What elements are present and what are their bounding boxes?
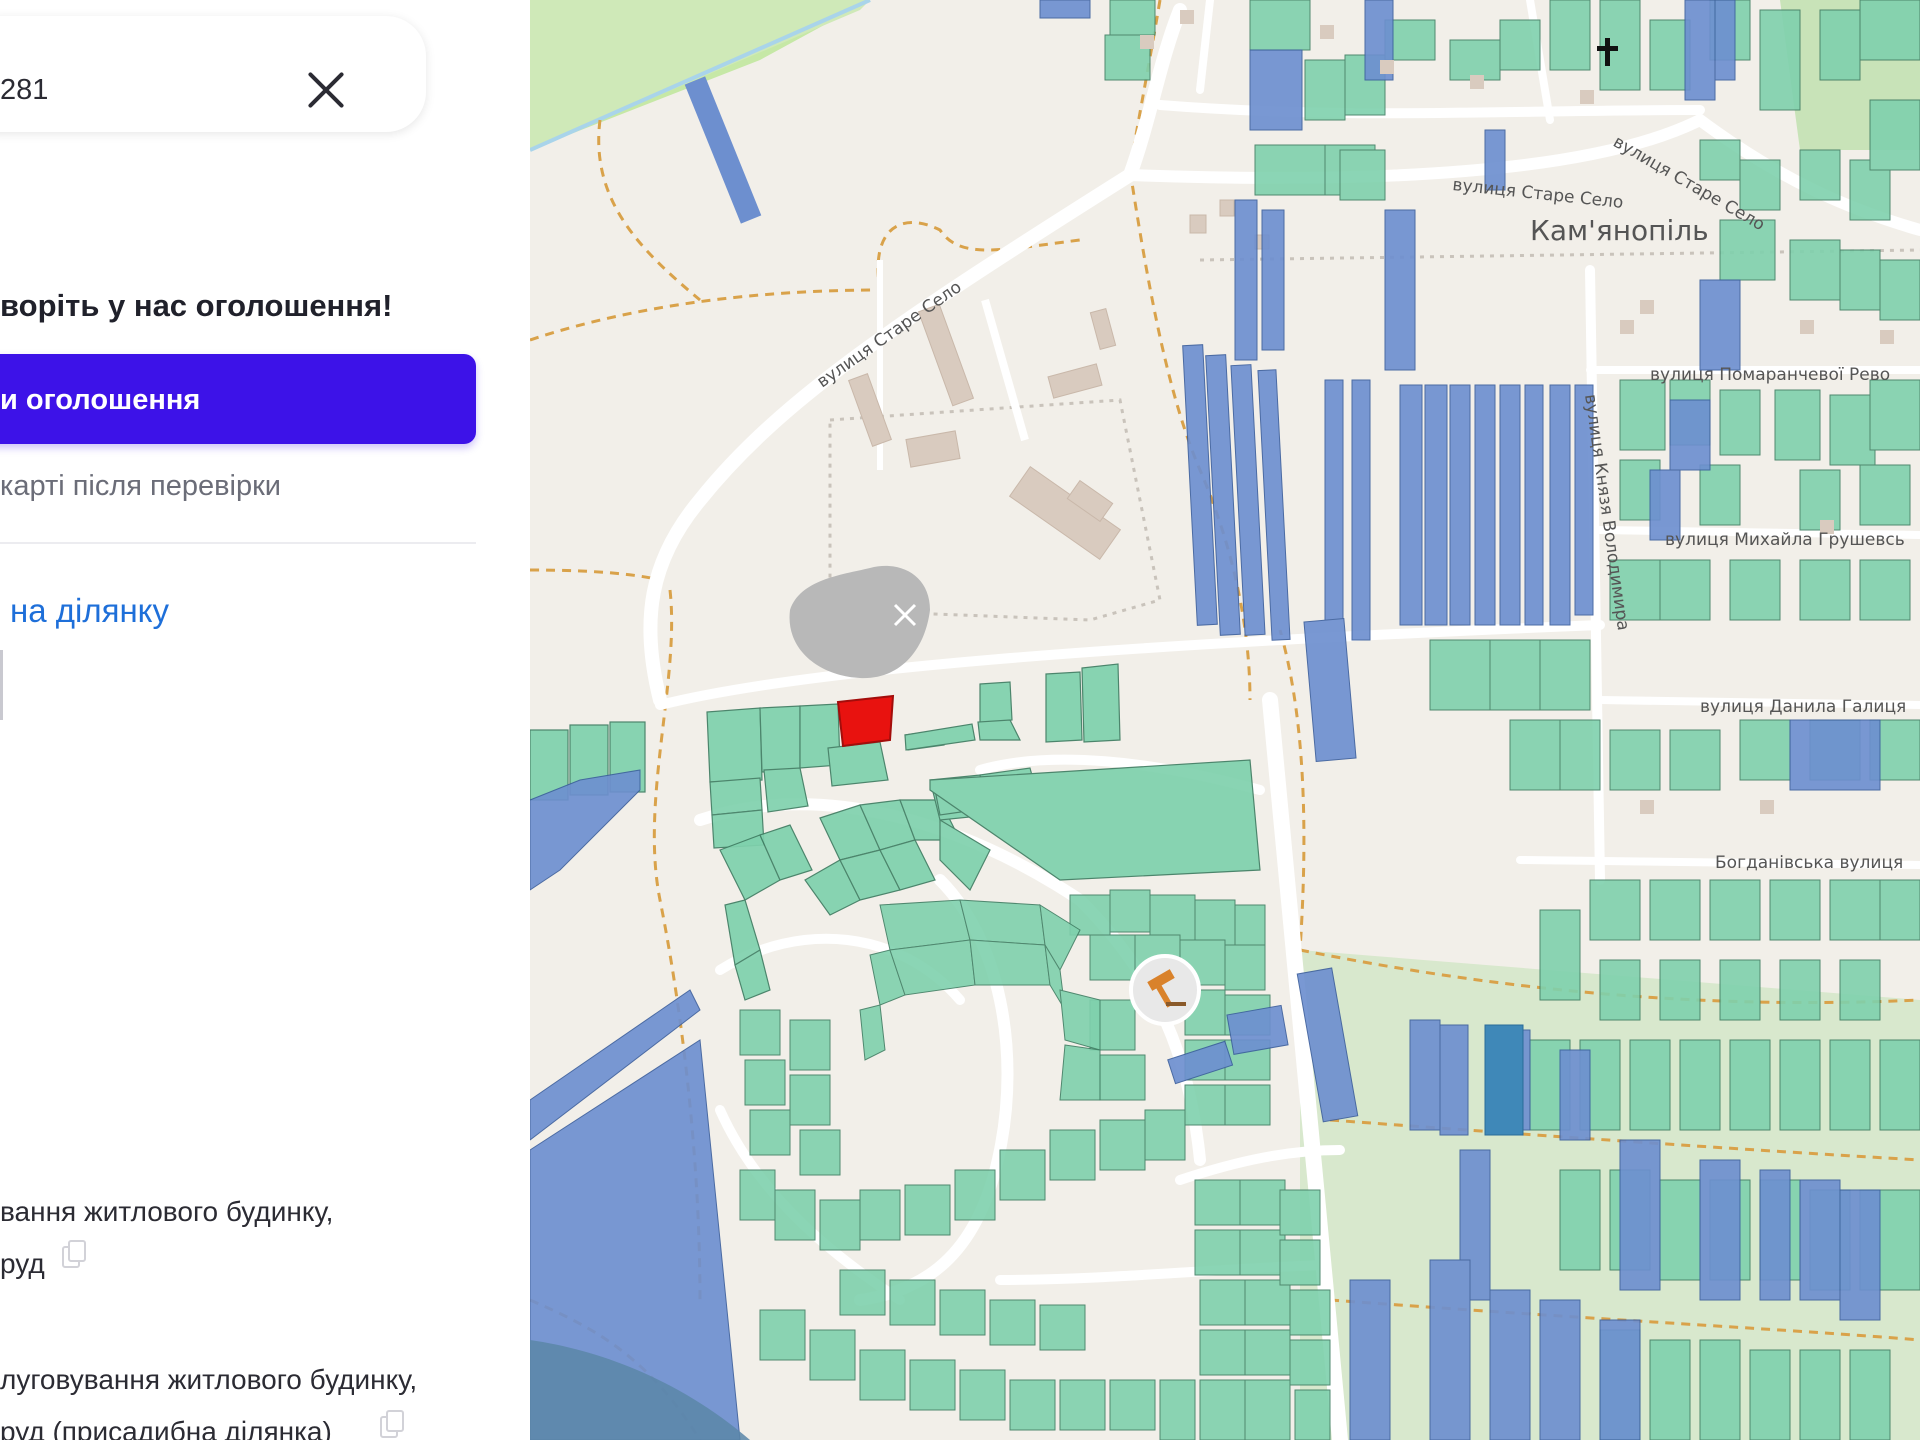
promo-heading: воріть у нас оголошення! (0, 288, 393, 323)
cadastral-map[interactable]: Кам'янопіль вулиця Старе Село вулиця Ста… (530, 0, 1920, 1440)
place-label: Кам'янопіль (1530, 214, 1709, 247)
street-label: вулиця Михайла Грушевсь (1665, 530, 1905, 550)
street-label: вулиця Данила Галиця (1700, 697, 1906, 717)
copy-icon[interactable] (62, 1240, 86, 1268)
auction-hammer-icon (1129, 954, 1201, 1026)
purpose-line: луговування житлового будинку, (0, 1364, 418, 1395)
street-label: вулиця Помаранчевої Рево (1650, 365, 1890, 385)
promo-note: карті після перевірки (0, 470, 282, 502)
purpose-line: руд (0, 1248, 45, 1279)
plot-link[interactable]: на ділянку (10, 592, 169, 630)
purpose-line: руд (присадибна ділянка) (0, 1416, 332, 1440)
parcel-teal (1484, 1024, 1524, 1136)
copy-icon[interactable] (380, 1410, 404, 1438)
divider (0, 542, 476, 544)
divider-mark (0, 650, 3, 720)
search-box[interactable]: 281 (0, 16, 426, 132)
create-listing-button[interactable]: и оголошення (0, 354, 476, 444)
search-input-value[interactable]: 281 (0, 74, 48, 107)
create-listing-button-label: и оголошення (0, 384, 201, 416)
close-icon[interactable] (300, 64, 352, 116)
purpose-line: вання житлового будинку, (0, 1196, 334, 1227)
sidebar-panel: 281 воріть у нас оголошення! и оголошенн… (0, 0, 530, 1440)
street-label: Богданівська вулиця (1715, 853, 1903, 873)
selected-parcel (836, 694, 895, 748)
